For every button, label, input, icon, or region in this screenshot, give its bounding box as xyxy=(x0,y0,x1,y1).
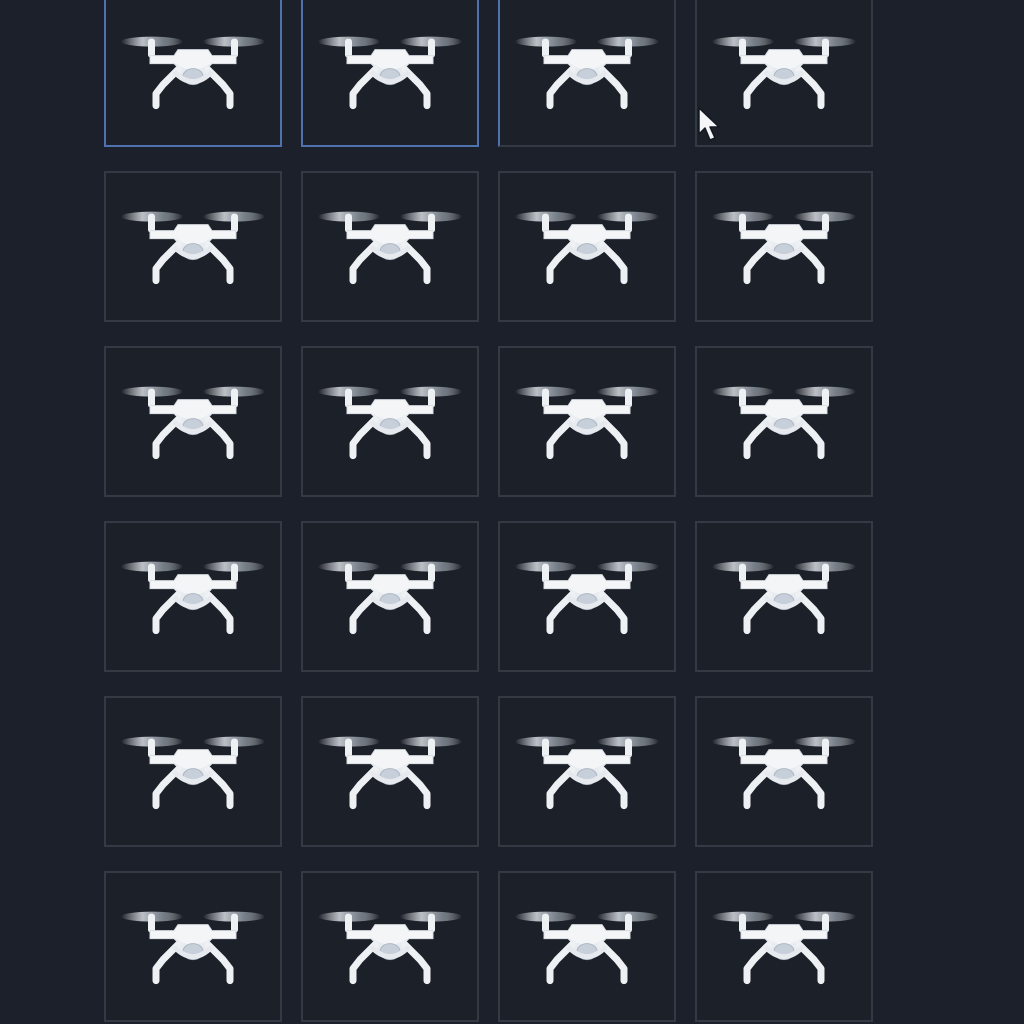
drone-icon xyxy=(515,211,659,284)
drone-icon xyxy=(121,736,265,809)
drone-icon xyxy=(515,561,659,634)
drone-icon xyxy=(318,386,462,459)
drone-icon xyxy=(121,36,265,109)
drone-image-tile[interactable] xyxy=(301,0,479,147)
drone-icon xyxy=(712,911,856,984)
drone-image-grid xyxy=(104,0,873,1022)
drone-icon xyxy=(712,386,856,459)
drone-icon xyxy=(515,736,659,809)
drone-image-tile[interactable] xyxy=(498,521,676,672)
image-gallery-view xyxy=(0,0,1024,1024)
drone-image-tile[interactable] xyxy=(695,171,873,322)
drone-icon xyxy=(318,911,462,984)
drone-icon xyxy=(121,386,265,459)
drone-image-tile[interactable] xyxy=(498,346,676,497)
drone-image-tile[interactable] xyxy=(695,0,873,147)
drone-image-tile[interactable] xyxy=(104,871,282,1022)
drone-image-tile[interactable] xyxy=(301,171,479,322)
drone-icon xyxy=(121,561,265,634)
drone-icon xyxy=(712,211,856,284)
drone-image-tile[interactable] xyxy=(104,346,282,497)
drone-icon xyxy=(712,561,856,634)
drone-image-tile[interactable] xyxy=(104,521,282,672)
drone-image-tile[interactable] xyxy=(498,171,676,322)
drone-image-tile[interactable] xyxy=(104,0,282,147)
drone-icon xyxy=(515,36,659,109)
drone-image-tile[interactable] xyxy=(104,696,282,847)
drone-image-tile[interactable] xyxy=(301,871,479,1022)
drone-icon xyxy=(121,911,265,984)
drone-image-tile[interactable] xyxy=(695,521,873,672)
drone-image-tile[interactable] xyxy=(301,521,479,672)
drone-icon xyxy=(318,561,462,634)
drone-icon xyxy=(712,736,856,809)
drone-icon xyxy=(318,736,462,809)
drone-image-tile[interactable] xyxy=(104,171,282,322)
drone-icon xyxy=(515,386,659,459)
drone-icon xyxy=(515,911,659,984)
drone-image-tile[interactable] xyxy=(695,696,873,847)
drone-icon xyxy=(318,36,462,109)
drone-image-tile[interactable] xyxy=(498,871,676,1022)
drone-image-tile[interactable] xyxy=(695,346,873,497)
drone-image-tile[interactable] xyxy=(498,0,676,147)
drone-image-tile[interactable] xyxy=(301,346,479,497)
drone-icon xyxy=(121,211,265,284)
drone-image-tile[interactable] xyxy=(695,871,873,1022)
drone-icon xyxy=(712,36,856,109)
drone-icon xyxy=(318,211,462,284)
drone-image-tile[interactable] xyxy=(301,696,479,847)
drone-image-tile[interactable] xyxy=(498,696,676,847)
